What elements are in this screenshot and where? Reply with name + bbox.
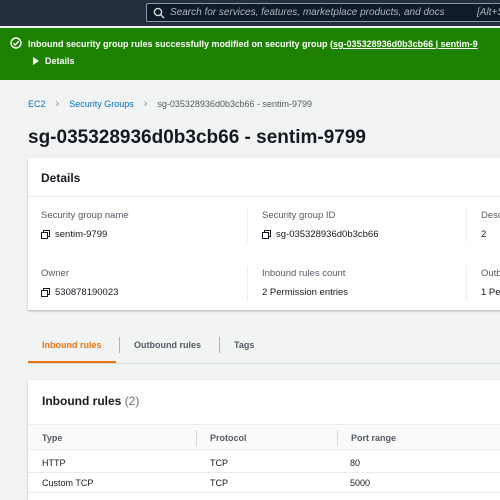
search-input[interactable]: Search for services, features, marketpla… — [146, 3, 500, 22]
divider — [28, 196, 500, 197]
copy-icon[interactable] — [41, 230, 50, 239]
flash-sg-link[interactable]: sg-035328936d0b3cb66 | sentim-9 — [333, 39, 478, 49]
inbound-rules-title: Inbound rules — [42, 394, 122, 408]
column-resizer[interactable] — [337, 430, 338, 446]
tab-outbound-rules[interactable]: Outbound rules — [120, 330, 215, 360]
cell-port-range: 5000 — [350, 478, 371, 488]
field-label: Security group ID — [262, 210, 336, 221]
divider — [466, 208, 467, 242]
column-header-protocol[interactable]: Protocol — [210, 433, 247, 443]
tab-tags[interactable]: Tags — [220, 330, 268, 360]
cell-protocol: TCP — [210, 478, 228, 488]
breadcrumb: EC2 › Security Groups › sg-035328936d0b3… — [28, 98, 312, 110]
divider — [466, 266, 467, 300]
table-row[interactable]: HTTP TCP 80 — [28, 453, 500, 473]
tab-bar: Inbound rules Outbound rules Tags — [28, 330, 500, 364]
field-security-group-name: Security group name sentim-9799 — [41, 210, 129, 240]
field-label: Desc — [481, 210, 500, 221]
column-header-port-range[interactable]: Port range — [351, 433, 396, 443]
field-value: sentim-9799 — [55, 229, 108, 240]
breadcrumb-ec2[interactable]: EC2 — [28, 99, 46, 109]
table-row[interactable]: Custom TCP TCP 5000 — [28, 473, 500, 493]
page-title: sg-035328936d0b3cb66 - sentim-9799 — [28, 127, 366, 148]
field-label: Security group name — [41, 210, 129, 221]
field-label: Inbound rules count — [262, 268, 346, 279]
tab-inbound-rules[interactable]: Inbound rules — [28, 330, 116, 364]
cell-type: Custom TCP — [42, 478, 94, 488]
copy-icon[interactable] — [41, 288, 50, 297]
inbound-rules-count: (2) — [124, 394, 140, 408]
field-security-group-id: Security group ID sg-035328936d0b3cb66 — [262, 210, 378, 240]
field-value: 2 — [481, 229, 487, 240]
flash-message: Inbound security group rules successfull… — [28, 39, 478, 49]
chevron-right-icon: › — [55, 98, 60, 110]
table-header: Type Protocol Port range — [28, 424, 500, 450]
field-label: Outb — [481, 268, 500, 279]
field-description: Desc 2 — [481, 210, 500, 240]
field-outbound-rules-count: Outb 1 Pe — [481, 268, 500, 298]
copy-icon[interactable] — [262, 230, 271, 239]
search-icon — [153, 7, 165, 19]
success-check-icon — [10, 37, 22, 49]
field-value: sg-035328936d0b3cb66 — [276, 229, 379, 240]
details-header: Details — [41, 171, 81, 185]
chevron-right-icon: › — [143, 98, 148, 110]
inbound-rules-header: Inbound rules (2) — [42, 394, 139, 408]
flash-details-toggle[interactable]: Details — [45, 56, 75, 66]
cell-type: HTTP — [42, 458, 66, 468]
cell-protocol: TCP — [210, 458, 228, 468]
cell-port-range: 80 — [350, 458, 361, 468]
top-navigation-bar: Search for services, features, marketpla… — [0, 0, 500, 26]
field-owner: Owner 530878190023 — [41, 268, 118, 298]
success-flash-banner: Inbound security group rules successfull… — [0, 28, 500, 80]
details-panel: Details Security group name sentim-9799 … — [28, 158, 500, 310]
divider — [28, 363, 500, 364]
field-value: 1 Pe — [481, 287, 500, 298]
field-inbound-rules-count: Inbound rules count 2 Permission entries — [262, 268, 348, 298]
column-resizer[interactable] — [196, 430, 197, 446]
field-value: 530878190023 — [55, 287, 119, 298]
inbound-rules-panel: Inbound rules (2) Type Protocol Port ran… — [28, 380, 500, 500]
field-label: Owner — [41, 268, 69, 279]
search-shortcut-hint: [Alt+S] — [477, 7, 500, 18]
caret-right-icon[interactable] — [33, 57, 39, 65]
flash-message-text: Inbound security group rules successfull… — [28, 39, 334, 49]
column-header-type[interactable]: Type — [42, 433, 62, 443]
breadcrumb-security-groups[interactable]: Security Groups — [69, 99, 134, 109]
field-value: 2 Permission entries — [262, 287, 349, 298]
search-placeholder: Search for services, features, marketpla… — [170, 7, 445, 18]
divider — [247, 208, 248, 242]
divider — [247, 266, 248, 300]
breadcrumb-current: sg-035328936d0b3cb66 - sentim-9799 — [157, 99, 313, 109]
